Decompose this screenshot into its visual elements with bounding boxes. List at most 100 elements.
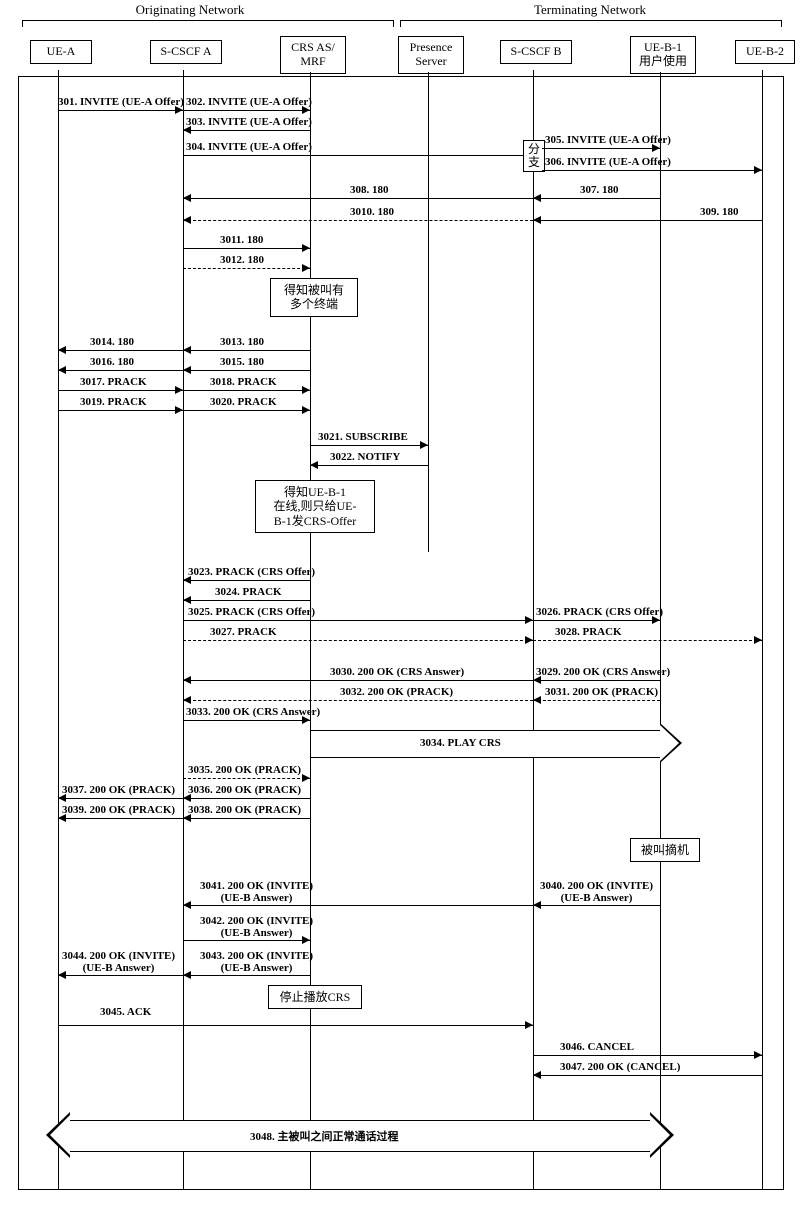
msg-3027-line <box>183 640 533 641</box>
msg-3043: 3043. 200 OK (INVITE) (UE-B Answer) <box>200 950 313 974</box>
msg-3046: 3046. CANCEL <box>560 1041 634 1053</box>
note-offhook: 被叫摘机 <box>630 838 700 862</box>
msg-3047: 3047. 200 OK (CANCEL) <box>560 1061 680 1073</box>
msg-3023: 3023. PRACK (CRS Offer) <box>188 566 315 578</box>
msg-3027-arrow <box>525 636 533 644</box>
msg-3048-head-r-inner <box>650 1115 670 1155</box>
msg-309: 309. 180 <box>700 206 739 218</box>
note-stop: 停止播放CRS <box>268 985 362 1009</box>
fork-label: 分 支 <box>528 142 540 169</box>
msg-3010: 3010. 180 <box>350 206 394 218</box>
msg-3048-head-l-inner <box>50 1115 70 1155</box>
msg-309-arrow <box>533 216 541 224</box>
msg-3036: 3036. 200 OK (PRACK) <box>188 784 301 796</box>
msg-3012: 3012. 180 <box>220 254 264 266</box>
note-stop-text: 停止播放CRS <box>280 990 351 1004</box>
msg-308-arrow <box>183 194 191 202</box>
msg-3011-line <box>183 248 310 249</box>
actor-scscfb: S-CSCF B <box>500 40 572 64</box>
msg-3011: 3011. 180 <box>220 234 263 246</box>
msg-303-line <box>183 130 310 131</box>
msg-3016-line <box>58 370 183 371</box>
msg-3043-line <box>183 975 310 976</box>
originating-bracket <box>22 20 394 27</box>
msg-3012-line <box>183 268 310 269</box>
msg-3013: 3013. 180 <box>220 336 264 348</box>
msg-3034: 3034. PLAY CRS <box>420 737 501 749</box>
msg-3012-arrow <box>302 264 310 272</box>
actor-crs: CRS AS/ MRF <box>280 36 346 74</box>
msg-304: 304. INVITE (UE-A Offer) <box>186 141 312 153</box>
note-multi-text: 得知被叫有 多个终端 <box>284 283 344 311</box>
msg-3041: 3041. 200 OK (INVITE) (UE-B Answer) <box>200 880 313 904</box>
msg-3015: 3015. 180 <box>220 356 264 368</box>
msg-305: 305. INVITE (UE-A Offer) <box>545 134 671 146</box>
msg-3010-arrow <box>183 216 191 224</box>
msg-3019-line <box>58 410 183 411</box>
msg-301-line <box>58 110 183 111</box>
msg-308-line <box>183 198 533 199</box>
msg-3019: 3019. PRACK <box>80 396 147 408</box>
msg-3032-line <box>183 700 533 701</box>
actor-ueb2-label: UE-B-2 <box>746 44 784 58</box>
msg-3020-line <box>183 410 310 411</box>
msg-3032-arrow <box>183 696 191 704</box>
note-multi: 得知被叫有 多个终端 <box>270 278 358 317</box>
msg-3011-arrow <box>302 244 310 252</box>
msg-3038: 3038. 200 OK (PRACK) <box>188 804 301 816</box>
terminating-bracket <box>400 20 782 27</box>
msg-3039: 3039. 200 OK (PRACK) <box>62 804 175 816</box>
msg-3034-head-inner <box>660 725 679 761</box>
msg-3044: 3044. 200 OK (INVITE) (UE-B Answer) <box>62 950 175 974</box>
note-online-text: 得知UE-B-1 在线,则只给UE- B-1发CRS-Offer <box>274 485 357 528</box>
msg-3017: 3017. PRACK <box>80 376 147 388</box>
msg-3030: 3030. 200 OK (CRS Answer) <box>330 666 464 678</box>
msg-307: 307. 180 <box>580 184 619 196</box>
msg-3025: 3025. PRACK (CRS Offer) <box>188 606 315 618</box>
msg-3031-arrow <box>533 696 541 704</box>
msg-3031: 3031. 200 OK (PRACK) <box>545 686 658 698</box>
msg-3023-line <box>183 580 310 581</box>
msg-3045: 3045. ACK <box>100 1006 151 1018</box>
msg-3015-arrow <box>183 366 191 374</box>
msg-3046-line <box>533 1055 762 1056</box>
actor-ueb2: UE-B-2 <box>735 40 795 64</box>
msg-3035-line <box>183 778 310 779</box>
msg-3024-arrow <box>183 596 191 604</box>
msg-3033-line <box>183 720 310 721</box>
terminating-label: Terminating Network <box>480 2 700 18</box>
msg-3045-line <box>58 1025 533 1026</box>
fork-box: 分 支 <box>523 140 545 172</box>
msg-3024: 3024. PRACK <box>215 586 282 598</box>
actor-presence: Presence Server <box>398 36 464 74</box>
msg-3025-arrow <box>525 616 533 624</box>
actor-scscfa: S-CSCF A <box>150 40 222 64</box>
msg-3014-line <box>58 350 183 351</box>
msg-3018-line <box>183 390 310 391</box>
actor-uea-label: UE-A <box>47 44 76 58</box>
msg-3013-arrow <box>183 346 191 354</box>
msg-3026-line <box>533 620 660 621</box>
msg-3041-arrow <box>183 901 191 909</box>
msg-3016: 3016. 180 <box>90 356 134 368</box>
msg-3040-line <box>533 905 660 906</box>
msg-3045-arrow <box>525 1021 533 1029</box>
msg-309-line <box>533 220 762 221</box>
msg-3014: 3014. 180 <box>90 336 134 348</box>
originating-label: Originating Network <box>80 2 300 18</box>
msg-305-line <box>542 148 660 149</box>
msg-3047-arrow <box>533 1071 541 1079</box>
msg-3037: 3037. 200 OK (PRACK) <box>62 784 175 796</box>
msg-3044-line <box>58 975 183 976</box>
actor-ueb1: UE-B-1 用户使用 <box>630 36 696 74</box>
msg-302: 302. INVITE (UE-A Offer) <box>186 96 312 108</box>
msg-3020-arrow <box>302 406 310 414</box>
msg-3042: 3042. 200 OK (INVITE) (UE-B Answer) <box>200 915 313 939</box>
msg-3032: 3032. 200 OK (PRACK) <box>340 686 453 698</box>
actor-scscfb-label: S-CSCF B <box>510 44 561 58</box>
msg-3015-line <box>183 370 310 371</box>
msg-306: 306. INVITE (UE-A Offer) <box>545 156 671 168</box>
msg-3036-line <box>183 798 310 799</box>
msg-3046-arrow <box>754 1051 762 1059</box>
msg-307-arrow <box>533 194 541 202</box>
